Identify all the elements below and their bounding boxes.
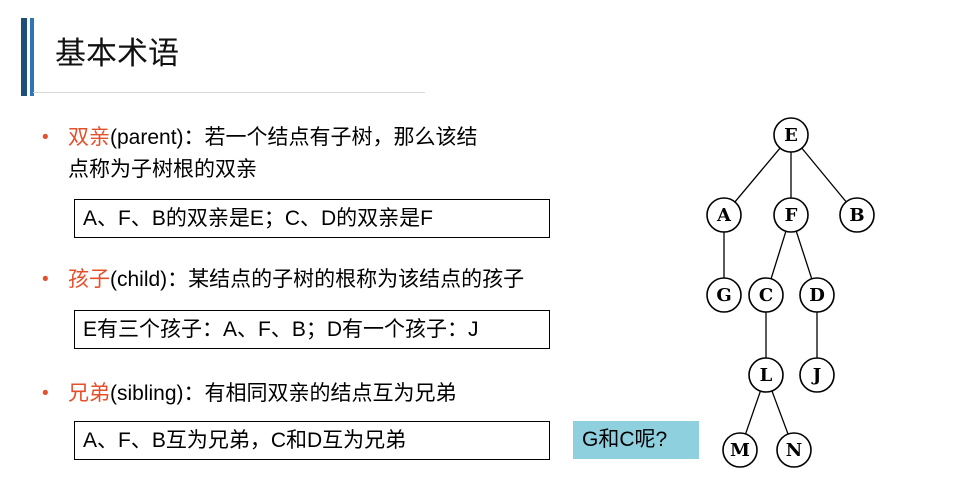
- tree-node-C: C: [748, 277, 784, 313]
- tree-node-A: A: [706, 197, 742, 233]
- tree-node-L: L: [748, 357, 784, 393]
- tree-node-label: J: [811, 365, 822, 386]
- tree-node-label: L: [760, 365, 773, 386]
- tree-node-J: J: [799, 357, 835, 393]
- tree-edge-L-N: [771, 390, 789, 435]
- tree-edge-F-D: [795, 230, 813, 280]
- tree-node-label: D: [809, 285, 825, 306]
- tree-node-B: B: [839, 197, 875, 233]
- tree-node-label: G: [716, 285, 731, 306]
- tree-node-D: D: [799, 277, 835, 313]
- tree-node-N: N: [776, 432, 812, 468]
- tree-node-M: M: [722, 432, 758, 468]
- tree-node-label: F: [785, 205, 798, 226]
- tree-node-E: E: [773, 117, 809, 153]
- tree-node-label: B: [849, 205, 864, 226]
- tree-diagram: E A F B G C D L J M N: [706, 117, 875, 468]
- tree-edge-E-A: [734, 147, 781, 203]
- tree-node-F: F: [773, 197, 809, 233]
- tree-edge-F-C: [770, 231, 787, 279]
- tree-edge-L-M: [744, 390, 762, 435]
- tree-node-G: G: [706, 277, 742, 313]
- tree-node-label: N: [786, 440, 802, 461]
- tree-edge-E-B: [801, 147, 847, 203]
- tree-node-label: M: [730, 440, 750, 461]
- tree-node-label: A: [716, 205, 732, 226]
- tree-node-label: E: [784, 125, 798, 146]
- tree-node-label: C: [759, 285, 773, 306]
